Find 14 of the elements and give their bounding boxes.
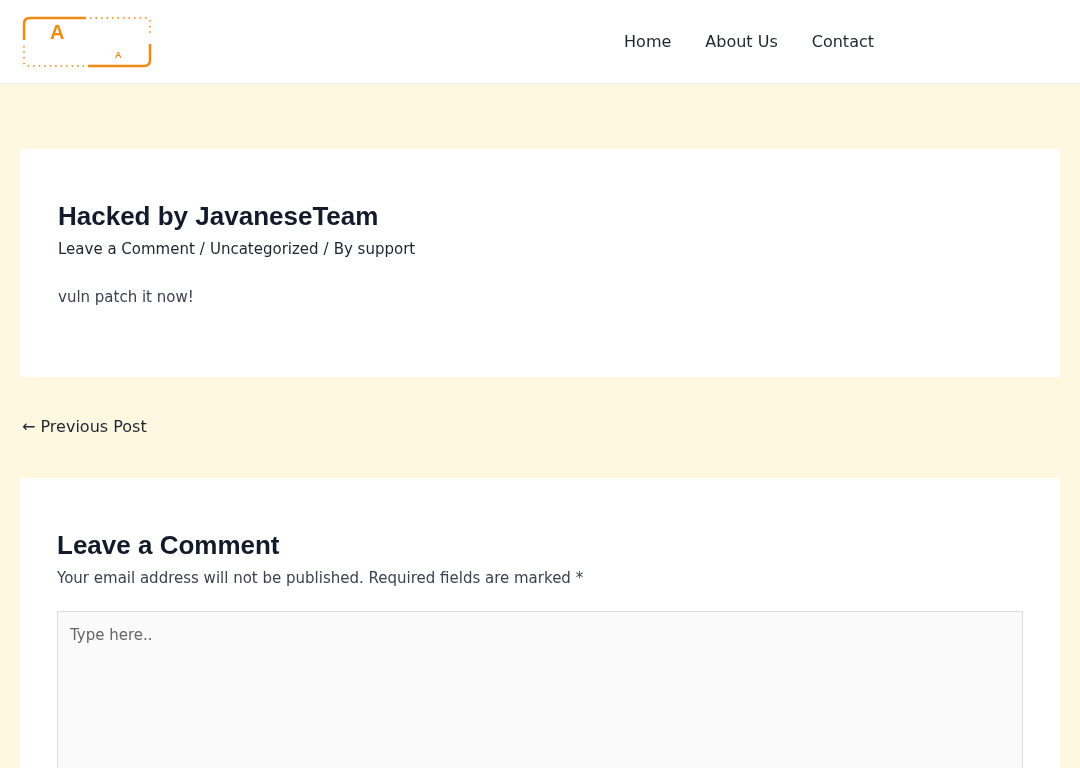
comment-title: Leave a Comment [57,530,281,561]
nav-link[interactable]: Contact [809,32,876,51]
comment-note: Your email address will not be published. Required fields are marked * [57,569,585,587]
post-body: vuln patch it now! [58,288,195,306]
meta-separator: / [199,240,205,258]
meta-link[interactable]: Uncategorized [209,240,319,258]
nav-link[interactable]: Home [622,32,674,51]
post-title: Hacked by JavaneseTeam [58,201,380,232]
previous-post-link[interactable]: ← Previous Post [22,417,147,436]
nav-link[interactable]: About Us [703,32,780,51]
meta-link[interactable]: By support [333,240,416,258]
meta-separator: / [323,240,329,258]
comment-field[interactable]: Type here.. [57,611,1023,768]
meta-link[interactable]: Leave a Comment [58,240,195,258]
